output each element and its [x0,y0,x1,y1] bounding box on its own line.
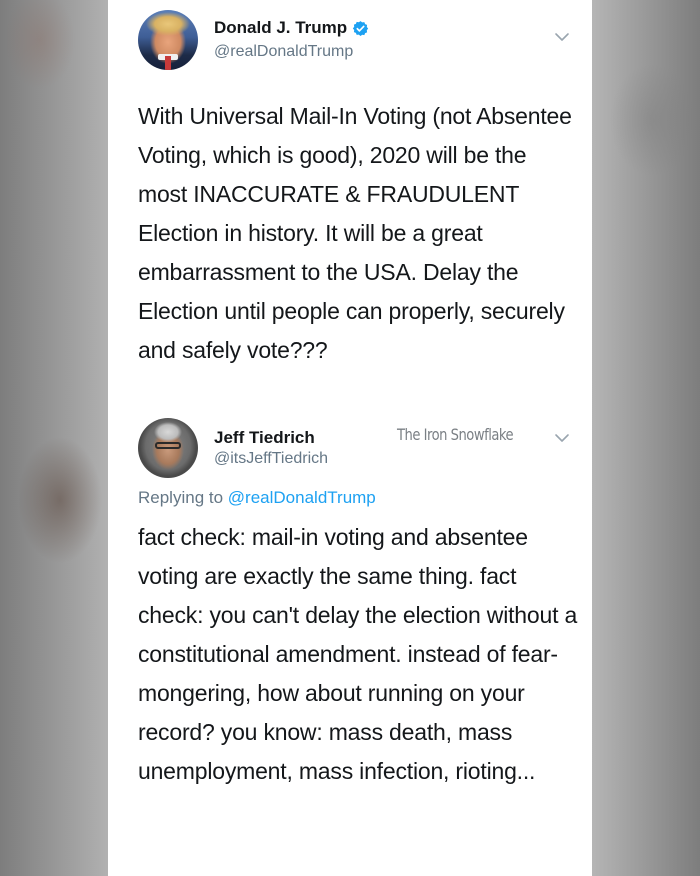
chevron-down-icon[interactable] [554,32,570,42]
reply-header: Jeff Tiedrich @itsJeffTiedrich The Iron … [138,418,578,480]
replying-to-mention[interactable]: @realDonaldTrump [228,488,376,507]
tweet-header: Donald J. Trump @realDonaldTrump [138,10,578,76]
replying-to: Replying to @realDonaldTrump [138,488,376,508]
reply-text: fact check: mail-in voting and absentee … [138,524,578,784]
avatar-glasses [155,442,181,449]
watermark-text: The Iron Snowflake [397,425,514,444]
reply-avatar[interactable] [138,418,198,478]
verified-badge-icon [353,20,369,36]
author-name-row: Donald J. Trump [214,18,369,38]
replying-to-prefix: Replying to [138,488,224,507]
author-name[interactable]: Donald J. Trump [214,18,347,38]
avatar[interactable] [138,10,198,70]
author-handle[interactable]: @realDonaldTrump [214,43,353,61]
reply-author-name[interactable]: Jeff Tiedrich [214,428,315,448]
reply-author-handle[interactable]: @itsJeffTiedrich [214,450,328,468]
background-blur-right [592,0,700,876]
chevron-down-icon[interactable] [554,433,570,443]
tweet-card: Donald J. Trump @realDonaldTrump With Un… [108,0,592,876]
avatar-tie [165,56,171,70]
background-blur-left [0,0,108,876]
tweet-text: With Universal Mail-In Voting (not Absen… [138,103,572,363]
